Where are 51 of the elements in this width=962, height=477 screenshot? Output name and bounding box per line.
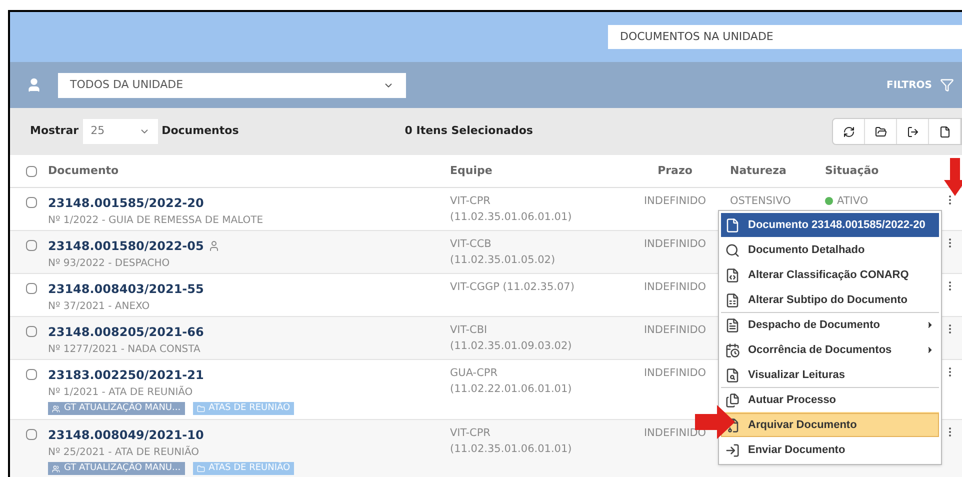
documents-label: Documentos [162, 123, 239, 140]
menu-item[interactable]: Documento Detalhado [721, 237, 939, 262]
team-code: (11.02.35.01.06.01.01) [450, 210, 573, 225]
team-cell-text: VIT-CPR [450, 194, 492, 209]
menu-header[interactable]: Documento 23148.001585/2022-20 [721, 213, 939, 237]
deadline-cell-text: INDEFINIDO [642, 366, 708, 381]
column-header[interactable]: Natureza [730, 162, 825, 180]
menu-item[interactable]: Ocorrência de Documentos [721, 337, 939, 362]
team-code: (11.02.35.01.09.03.02) [450, 338, 573, 354]
column-header[interactable]: Prazo [620, 162, 730, 180]
document-subtitle: Nº 93/2022 - DESPACHO [48, 257, 171, 271]
document-subtitle: Nº 1/2022 - GUIA DE REMESSA DE MALOTE [48, 214, 264, 228]
team-code: (11.02.35.01.06.01.01) [450, 442, 573, 457]
document-subtitle: Nº 1277/2021 - NADA CONSTA [48, 343, 202, 357]
document-subtitle: Nº 1/2021 - ATA DE REUNIÃO [48, 385, 194, 400]
document-number-link[interactable]: 23148.001580/2022-05 [48, 237, 204, 255]
status-cell-text: ATIVO [837, 194, 868, 209]
team-cell-text: VIT-CGGP (11.02.35.07) [450, 280, 576, 295]
team-cell-text: VIT-CBI [450, 323, 488, 338]
document-number-link[interactable]: 23148.008403/2021-55 [48, 280, 204, 298]
menu-item[interactable]: Enviar Documento [721, 437, 939, 462]
unit-select[interactable]: TODOS DA UNIDADE [58, 72, 406, 98]
document-number-link[interactable]: 23148.001585/2022-20 [48, 194, 204, 212]
show-label: Mostrar [30, 123, 79, 140]
deadline-cell-text: INDEFINIDO [642, 237, 708, 252]
document-number-link[interactable]: 23148.008049/2021-10 [48, 426, 204, 444]
team-cell-text: VIT-CPR [450, 426, 492, 441]
page-size-select[interactable]: 25 [82, 119, 158, 144]
menu-item[interactable]: Arquivar Documento [721, 412, 939, 437]
team-cell-text: GUA-CPR [450, 366, 499, 381]
document-number-link[interactable]: 23148.008205/2021-66 [48, 323, 204, 341]
menu-item[interactable]: Alterar Classificação CONARQ [721, 262, 939, 287]
deadline-cell-text: INDEFINIDO [642, 426, 708, 441]
document-subtitle: Nº 37/2021 - ANEXO [48, 300, 151, 314]
deadline-cell-text: INDEFINIDO [642, 323, 708, 338]
nature-cell-text: OSTENSIVO [730, 194, 792, 208]
selected-count: 0 Itens Selecionados [404, 123, 533, 140]
column-header[interactable]: Documento [48, 162, 450, 180]
document-subtitle: Nº 25/2021 - ATA DE REUNIÃO [48, 445, 200, 460]
column-header[interactable]: Situação [825, 162, 938, 180]
team-cell-text: VIT-CCB [450, 237, 492, 252]
team-code: (11.02.35.01.05.02) [450, 252, 556, 268]
menu-item[interactable]: Alterar Subtipo do Documento [721, 287, 939, 312]
document-number-link[interactable]: 23183.002250/2021-21 [48, 366, 204, 384]
column-header[interactable]: Equipe [450, 162, 620, 180]
search-field[interactable]: DOCUMENTOS NA UNIDADE [608, 25, 962, 49]
menu-item[interactable]: Visualizar Leituras [721, 362, 939, 387]
deadline-cell-text: INDEFINIDO [642, 194, 708, 209]
deadline-cell-text: INDEFINIDO [642, 280, 708, 295]
team-code: (11.02.22.01.06.01.01) [450, 382, 573, 397]
menu-item[interactable]: Despacho de Documento [721, 312, 939, 337]
